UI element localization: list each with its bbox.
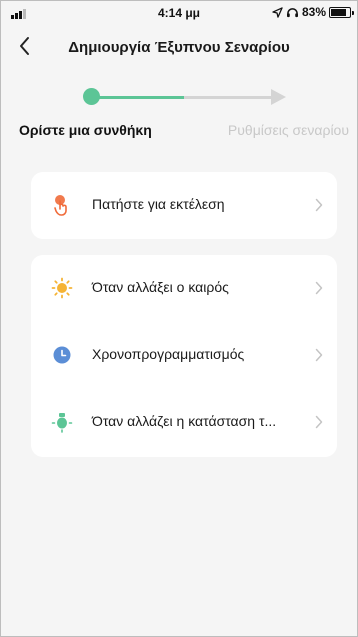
arrow-right-icon [271, 89, 286, 105]
step-label-condition: Ορίστε μια συνθήκη [19, 122, 152, 138]
clock-icon [53, 346, 71, 364]
condition-tap-to-run[interactable]: Πατήστε για εκτέλεση [31, 172, 337, 238]
chevron-right-icon [315, 415, 323, 429]
headphones-icon [286, 7, 298, 17]
location-arrow-icon [272, 6, 283, 18]
step-remaining-line [184, 96, 272, 99]
battery-icon [329, 6, 354, 18]
condition-label: Όταν αλλάζει η κατάσταση τ... [92, 413, 277, 429]
manual-condition-card: Πατήστε για εκτέλεση [31, 172, 337, 239]
hand-tap-icon [54, 195, 67, 216]
current-step-dot [83, 88, 100, 105]
step-label-settings: Ρυθμίσεις σεναρίου [227, 122, 349, 138]
chevron-right-icon [315, 281, 323, 295]
chevron-right-icon [315, 348, 323, 362]
condition-device-status[interactable]: Όταν αλλάζει η κατάσταση τ... [31, 389, 337, 455]
navigation-bar: Δημιουργία Έξυπνου Σεναρίου [1, 29, 357, 65]
step-labels: Ορίστε μια συνθήκη Ρυθμίσεις σεναρίου [1, 122, 357, 142]
status-bar: 4:14 μμ 83% [1, 1, 357, 23]
screen: 4:14 μμ 83% Δημιουργία Έξυπνου Σεναρίου [0, 0, 358, 637]
sun-weather-icon [51, 277, 73, 299]
battery-level [331, 8, 346, 16]
condition-label: Πατήστε για εκτέλεση [92, 196, 225, 212]
condition-schedule[interactable]: Χρονοπρογραμματισμός [31, 322, 337, 388]
chevron-right-icon [315, 198, 323, 212]
status-right: 83% [272, 5, 354, 19]
device-status-icon [51, 413, 73, 433]
battery-percent: 83% [301, 5, 326, 19]
auto-condition-card: Όταν αλλάξει ο καιρός Χρονοπρογραμματισμ… [31, 255, 337, 457]
page-title: Δημιουργία Έξυπνου Σεναρίου [68, 39, 290, 56]
condition-weather-change[interactable]: Όταν αλλάξει ο καιρός [31, 255, 337, 321]
step-progress-line [99, 96, 184, 99]
condition-label: Χρονοπρογραμματισμός [92, 346, 245, 362]
condition-label: Όταν αλλάξει ο καιρός [92, 279, 229, 295]
progress-stepper [81, 87, 291, 107]
